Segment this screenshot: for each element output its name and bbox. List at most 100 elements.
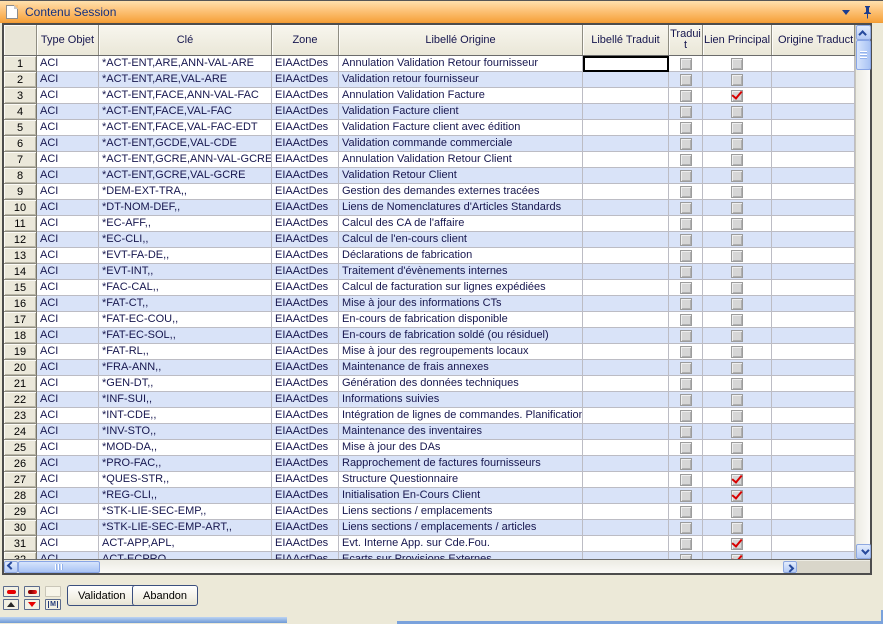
zone-cell[interactable]: EIAActDes (272, 56, 339, 72)
row-header[interactable]: 1 (4, 56, 37, 72)
cle-cell[interactable]: *EC-CLI,, (99, 232, 272, 248)
cle-cell[interactable]: *STK-LIE-SEC-EMP,, (99, 504, 272, 520)
zone-cell[interactable]: EIAActDes (272, 264, 339, 280)
cle-cell[interactable]: *ACT-ENT,FACE,VAL-FAC-EDT (99, 120, 272, 136)
traduit_lib-cell[interactable] (583, 152, 669, 168)
lien-principal-checkbox[interactable] (731, 90, 743, 102)
zone-cell[interactable]: EIAActDes (272, 376, 339, 392)
type-cell[interactable]: ACI (37, 392, 99, 408)
zone-cell[interactable]: EIAActDes (272, 184, 339, 200)
traduit-checkbox[interactable] (680, 394, 692, 406)
traduit-checkbox[interactable] (680, 170, 692, 182)
libelle-cell[interactable]: Informations suivies (339, 392, 583, 408)
libelle-cell[interactable]: Déclarations de fabrication (339, 248, 583, 264)
row-header[interactable]: 2 (4, 72, 37, 88)
traduit-checkbox[interactable] (680, 122, 692, 134)
traduit_lib-cell[interactable] (583, 88, 669, 104)
row-header[interactable]: 5 (4, 120, 37, 136)
scroll-left-button[interactable] (4, 561, 18, 573)
origine-cell[interactable] (772, 232, 855, 248)
zone-cell[interactable]: EIAActDes (272, 408, 339, 424)
zone-cell[interactable]: EIAActDes (272, 280, 339, 296)
row-header[interactable]: 18 (4, 328, 37, 344)
traduit_lib-cell[interactable] (583, 264, 669, 280)
origine-cell[interactable] (772, 72, 855, 88)
traduit-checkbox[interactable] (680, 106, 692, 118)
traduit-checkbox[interactable] (680, 298, 692, 310)
scroll-right-button[interactable] (783, 561, 797, 573)
libelle-cell[interactable]: Calcul des CA de l'affaire (339, 216, 583, 232)
type-cell[interactable]: ACI (37, 168, 99, 184)
lien-principal-checkbox[interactable] (731, 74, 743, 86)
cle-cell[interactable]: *ACT-ENT,GCRE,ANN-VAL-GCRE (99, 152, 272, 168)
lien-principal-checkbox[interactable] (731, 474, 743, 486)
horizontal-scrollbar[interactable] (4, 559, 870, 573)
cle-cell[interactable]: *FRA-ANN,, (99, 360, 272, 376)
nav-red-bar-gradient-button[interactable] (24, 586, 40, 597)
cle-cell[interactable]: *EC-AFF,, (99, 216, 272, 232)
zone-cell[interactable]: EIAActDes (272, 248, 339, 264)
column-header-num[interactable] (4, 25, 37, 55)
traduit_lib-cell[interactable] (583, 360, 669, 376)
row-header[interactable]: 28 (4, 488, 37, 504)
origine-cell[interactable] (772, 280, 855, 296)
zone-cell[interactable]: EIAActDes (272, 344, 339, 360)
traduit_lib-cell[interactable] (583, 440, 669, 456)
type-cell[interactable]: ACI (37, 456, 99, 472)
cle-cell[interactable]: *DEM-EXT-TRA,, (99, 184, 272, 200)
lien-principal-checkbox[interactable] (731, 362, 743, 374)
zone-cell[interactable]: EIAActDes (272, 392, 339, 408)
libelle-cell[interactable]: En-cours de fabrication disponible (339, 312, 583, 328)
libelle-cell[interactable]: Calcul de facturation sur lignes expédié… (339, 280, 583, 296)
cle-cell[interactable]: *DT-NOM-DEF,, (99, 200, 272, 216)
row-header[interactable]: 29 (4, 504, 37, 520)
lien-principal-checkbox[interactable] (731, 154, 743, 166)
type-cell[interactable]: ACI (37, 408, 99, 424)
libelle-cell[interactable]: Validation Facture client avec édition (339, 120, 583, 136)
row-header[interactable]: 12 (4, 232, 37, 248)
column-header-type[interactable]: Type Objet (37, 25, 99, 55)
lien-principal-checkbox[interactable] (731, 410, 743, 422)
traduit_lib-cell[interactable] (583, 408, 669, 424)
row-header[interactable]: 3 (4, 88, 37, 104)
origine-cell[interactable] (772, 56, 855, 72)
libelle-cell[interactable]: Annulation Validation Retour fournisseur (339, 56, 583, 72)
zone-cell[interactable]: EIAActDes (272, 456, 339, 472)
traduit_lib-cell[interactable] (583, 504, 669, 520)
type-cell[interactable]: ACI (37, 552, 99, 559)
type-cell[interactable]: ACI (37, 344, 99, 360)
lien-principal-checkbox[interactable] (731, 458, 743, 470)
zone-cell[interactable]: EIAActDes (272, 440, 339, 456)
lien-principal-checkbox[interactable] (731, 538, 743, 550)
row-header[interactable]: 31 (4, 536, 37, 552)
cle-cell[interactable]: *PRO-FAC,, (99, 456, 272, 472)
traduit_lib-cell[interactable] (583, 392, 669, 408)
traduit_lib-cell[interactable] (583, 72, 669, 88)
type-cell[interactable]: ACI (37, 184, 99, 200)
traduit_lib-cell[interactable] (583, 552, 669, 559)
libelle-cell[interactable]: Validation commande commerciale (339, 136, 583, 152)
type-cell[interactable]: ACI (37, 488, 99, 504)
traduit_lib-cell[interactable] (583, 248, 669, 264)
zone-cell[interactable]: EIAActDes (272, 312, 339, 328)
origine-cell[interactable] (772, 456, 855, 472)
libelle-cell[interactable]: Maintenance de frais annexes (339, 360, 583, 376)
type-cell[interactable]: ACI (37, 120, 99, 136)
origine-cell[interactable] (772, 440, 855, 456)
type-cell[interactable]: ACI (37, 264, 99, 280)
cle-cell[interactable]: *FAT-RL,, (99, 344, 272, 360)
libelle-cell[interactable]: Calcul de l'en-cours client (339, 232, 583, 248)
cle-cell[interactable]: *REG-CLI,, (99, 488, 272, 504)
traduit-checkbox[interactable] (680, 186, 692, 198)
row-header[interactable]: 16 (4, 296, 37, 312)
traduit-checkbox[interactable] (680, 378, 692, 390)
type-cell[interactable]: ACI (37, 200, 99, 216)
libelle-cell[interactable]: Validation retour fournisseur (339, 72, 583, 88)
horizontal-scrollbar-thumb[interactable] (18, 561, 100, 573)
row-header[interactable]: 26 (4, 456, 37, 472)
column-header-cle[interactable]: Clé (99, 25, 272, 55)
zone-cell[interactable]: EIAActDes (272, 136, 339, 152)
origine-cell[interactable] (772, 408, 855, 424)
zone-cell[interactable]: EIAActDes (272, 296, 339, 312)
traduit-checkbox[interactable] (680, 490, 692, 502)
